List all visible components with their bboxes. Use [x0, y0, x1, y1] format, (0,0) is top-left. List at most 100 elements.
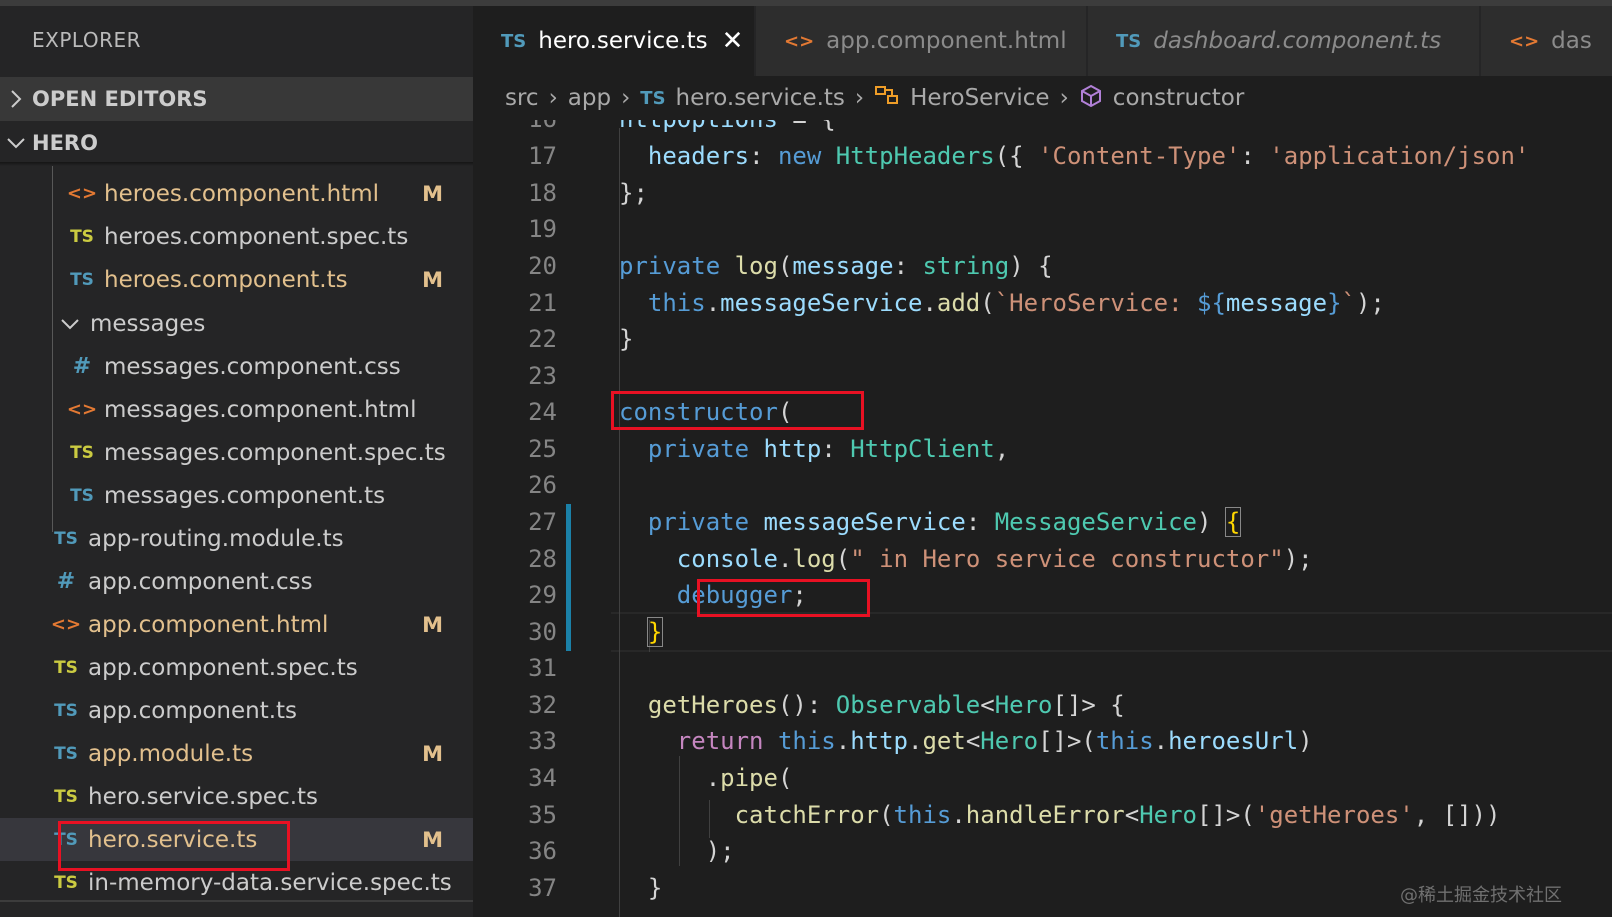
line-number: 19	[528, 215, 557, 243]
tab-app-component-html[interactable]: <> app.component.html	[756, 6, 1087, 76]
ts-spec-file-icon: TS	[54, 872, 78, 893]
code-editor[interactable]: 16 httpOptions = { 17 headers: new HttpHe…	[473, 120, 1612, 917]
outline-section[interactable]	[0, 900, 473, 917]
folder-messages[interactable]: messages	[0, 302, 473, 345]
file-app-module-ts[interactable]: TS app.module.ts M	[0, 732, 473, 775]
file-messages-component-ts[interactable]: TS messages.component.ts	[0, 474, 473, 517]
file-app-component-html[interactable]: <> app.component.html M	[0, 603, 473, 646]
code-line: 24 constructor(	[473, 394, 1612, 432]
file-in-memory-data-service-spec-ts[interactable]: TS in-memory-data.service.spec.ts	[0, 861, 473, 904]
tab-hero-service-ts[interactable]: TS hero.service.ts ✕	[473, 6, 755, 76]
chevron-right-icon	[0, 89, 32, 109]
file-hero-service-spec-ts[interactable]: TS hero.service.spec.ts	[0, 775, 473, 818]
ts-spec-file-icon: TS	[54, 786, 78, 807]
tab-dashboard-truncated[interactable]: <> das	[1481, 6, 1612, 76]
section-hero-label: HERO	[32, 131, 98, 155]
code-line: 20 private log(message: string) {	[473, 248, 1612, 286]
file-name: app.component.ts	[88, 697, 298, 724]
file-app-component-ts[interactable]: TS app.component.ts	[0, 689, 473, 732]
ts-spec-file-icon: TS	[54, 657, 78, 678]
close-icon[interactable]: ✕	[722, 26, 744, 56]
line-number: 21	[528, 289, 557, 317]
code-text: console.log(" in Hero service constructo…	[676, 545, 1313, 573]
line-number: 24	[528, 398, 557, 426]
code-text: getHeroes(): Observable<Hero[]> {	[647, 691, 1125, 719]
breadcrumb-item-class[interactable]: HeroService	[910, 85, 1049, 111]
line-number: 31	[528, 654, 557, 682]
ts-file-icon: TS	[1116, 30, 1142, 52]
code-line: 28 console.log(" in Hero service constru…	[473, 541, 1612, 579]
file-hero-service-ts[interactable]: TS hero.service.ts M	[0, 818, 473, 861]
line-number: 18	[528, 179, 557, 207]
line-number: 23	[528, 362, 557, 390]
line-number: 34	[528, 764, 557, 792]
file-heroes-component-ts[interactable]: TS heroes.component.ts M	[0, 258, 473, 301]
ts-file-icon: TS	[70, 269, 94, 290]
file-messages-component-css[interactable]: # messages.component.css	[0, 345, 473, 388]
ts-file-icon: TS	[54, 743, 78, 764]
file-heroes-component-html[interactable]: <> heroes.component.html M	[0, 172, 473, 215]
code-line: 32 getHeroes(): Observable<Hero[]> {	[473, 687, 1612, 725]
modified-badge: M	[422, 612, 443, 637]
line-number: 30	[528, 618, 557, 646]
tab-bar: TS hero.service.ts ✕ <> app.component.ht…	[473, 0, 1612, 76]
modified-badge: M	[422, 827, 443, 852]
line-number: 20	[528, 252, 557, 280]
file-name: app-routing.module.ts	[88, 525, 344, 552]
line-number: 35	[528, 801, 557, 829]
code-text: };	[619, 179, 648, 207]
file-name: heroes.component.spec.ts	[104, 223, 409, 250]
modified-badge: M	[422, 741, 443, 766]
code-line: 35 catchError(this.handleError<Hero[]>('…	[473, 797, 1612, 835]
file-name: heroes.component.html	[104, 180, 380, 207]
breadcrumb-item-method[interactable]: constructor	[1113, 85, 1245, 111]
css-file-icon: #	[56, 569, 76, 594]
ts-file-icon: TS	[54, 829, 78, 850]
ts-file-icon: TS	[640, 87, 666, 109]
code-line: 18};	[473, 175, 1612, 213]
breadcrumb: src › app › TS hero.service.ts › HeroSer…	[473, 76, 1612, 120]
file-app-component-spec-ts[interactable]: TS app.component.spec.ts	[0, 646, 473, 689]
class-icon	[874, 84, 900, 113]
code-line: 27 private messageService: MessageServic…	[473, 504, 1612, 542]
file-messages-component-html[interactable]: <> messages.component.html	[0, 388, 473, 431]
line-number: 17	[528, 142, 557, 170]
section-open-editors[interactable]: OPEN EDITORS	[0, 77, 473, 121]
breadcrumb-item-file[interactable]: hero.service.ts	[676, 85, 845, 111]
html-file-icon: <>	[784, 30, 815, 52]
file-messages-component-spec-ts[interactable]: TS messages.component.spec.ts	[0, 431, 473, 474]
code-text: }	[619, 325, 634, 353]
tab-dashboard-component-ts[interactable]: TS dashboard.component.ts	[1088, 6, 1480, 76]
code-text: constructor(	[619, 398, 793, 426]
code-text: private log(message: string) {	[619, 252, 1053, 280]
tab-label: das	[1551, 28, 1592, 54]
breadcrumb-separator: ›	[854, 85, 865, 111]
file-name: in-memory-data.service.spec.ts	[88, 869, 452, 896]
breadcrumb-separator: ›	[1059, 85, 1069, 111]
tab-label: app.component.html	[826, 28, 1067, 54]
file-name: hero.service.ts	[88, 826, 258, 853]
file-name: messages.component.spec.ts	[104, 439, 446, 466]
line-number: 28	[528, 545, 557, 573]
file-name: heroes.component.ts	[104, 266, 348, 293]
breadcrumb-separator: ›	[548, 85, 558, 111]
ts-file-icon: TS	[54, 700, 78, 721]
breadcrumb-item-app[interactable]: app	[568, 85, 611, 111]
file-app-component-css[interactable]: # app.component.css	[0, 560, 473, 603]
tab-label: hero.service.ts	[538, 28, 708, 54]
code-text: headers: new HttpHeaders({ 'Content-Type…	[647, 142, 1530, 170]
code-text: catchError(this.handleError<Hero[]>('get…	[734, 801, 1501, 829]
method-cube-icon	[1079, 84, 1103, 113]
file-name: app.component.css	[88, 568, 313, 595]
file-heroes-component-spec-ts[interactable]: TS heroes.component.spec.ts	[0, 215, 473, 258]
line-number: 25	[528, 435, 557, 463]
code-line: 17 headers: new HttpHeaders({ 'Content-T…	[473, 138, 1612, 176]
code-line: 30 }	[473, 614, 1612, 652]
code-text: return this.http.get<Hero[]>(this.heroes…	[676, 727, 1313, 755]
breadcrumb-item-src[interactable]: src	[505, 85, 539, 111]
file-app-routing-module-ts[interactable]: TS app-routing.module.ts	[0, 517, 473, 560]
html-file-icon: <>	[66, 399, 98, 420]
section-hero[interactable]: HERO	[0, 121, 473, 165]
css-file-icon: #	[72, 354, 92, 379]
code-text: );	[619, 837, 735, 865]
